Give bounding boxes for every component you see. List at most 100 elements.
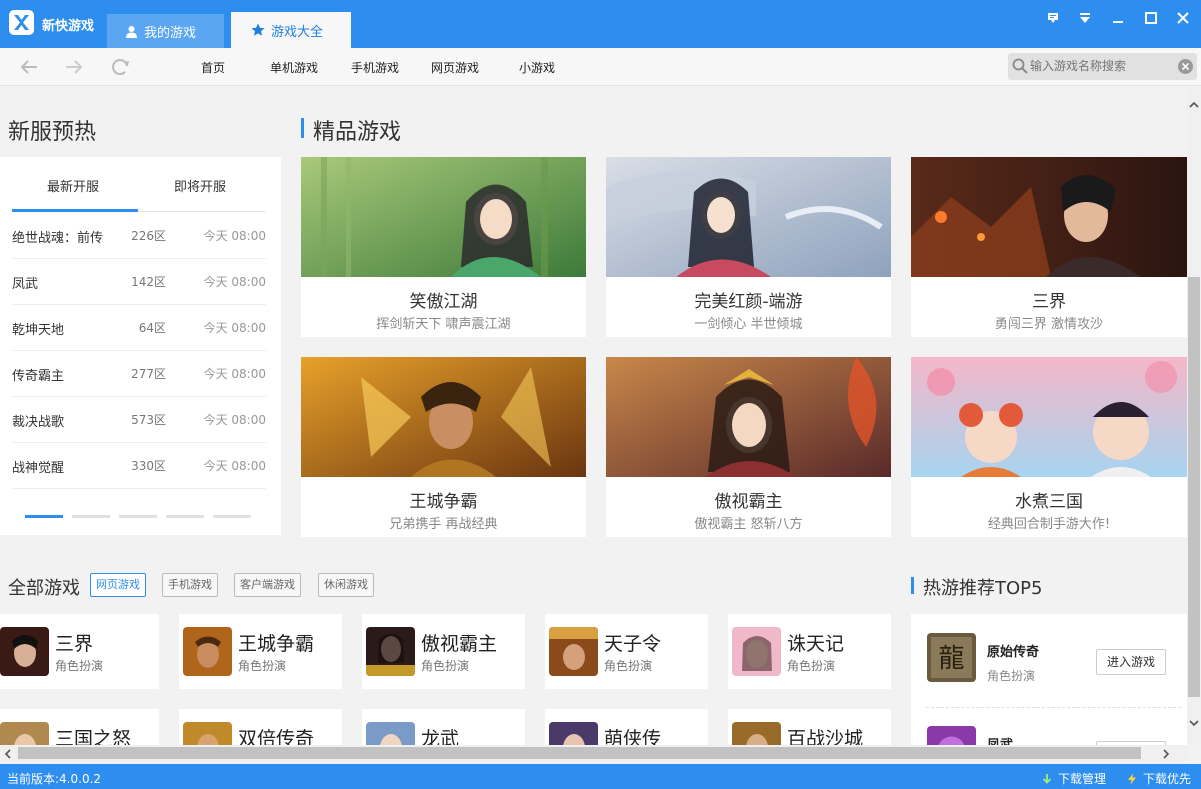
tab-all-games[interactable]: 游戏大全 — [231, 12, 351, 48]
featured-card[interactable]: 水煮三国 经典回合制手游大作! — [911, 357, 1187, 537]
forward-arrow-icon[interactable] — [63, 57, 85, 77]
game-name: 王城争霸 — [238, 633, 315, 655]
game-icon-image — [549, 722, 598, 745]
game-tile[interactable]: 百战沙城 — [728, 709, 891, 745]
server-time: 今天 08:00 — [203, 413, 266, 427]
game-tile[interactable]: 萌侠传 — [545, 709, 708, 745]
server-game-name: 战神觉醒 — [12, 461, 65, 476]
active-tab-indicator — [12, 209, 138, 212]
nav-mini-games[interactable]: 小游戏 — [519, 59, 555, 76]
pager-dot[interactable] — [213, 515, 251, 518]
nav-web-games[interactable]: 网页游戏 — [431, 59, 479, 76]
game-tile[interactable]: 诛天记 角色扮演 — [728, 614, 891, 689]
filter-web-games[interactable]: 网页游戏 — [90, 573, 146, 597]
game-banner-image — [301, 357, 586, 477]
game-name: 萌侠传 — [604, 728, 662, 745]
game-icon-image — [0, 722, 49, 745]
scroll-left-icon[interactable] — [4, 749, 12, 759]
pager-dot[interactable] — [72, 515, 110, 518]
app-title: 新快游戏 — [42, 19, 95, 34]
minimize-icon[interactable] — [1110, 10, 1126, 26]
featured-card[interactable]: 三界 勇闯三界 激情攻沙 — [911, 157, 1187, 337]
server-zone: 573区 — [131, 413, 166, 427]
nav-single-player[interactable]: 单机游戏 — [270, 59, 318, 76]
game-icon-image — [549, 627, 598, 676]
clear-search-icon[interactable] — [1178, 59, 1193, 74]
nav-home[interactable]: 首页 — [201, 59, 225, 76]
game-name: 完美红颜-端游 — [694, 292, 803, 312]
search-input[interactable] — [1030, 57, 1175, 75]
server-row[interactable]: 凤武 142区 今天 08:00 — [12, 259, 266, 305]
download-manager-label: 下载管理 — [1058, 772, 1107, 786]
back-arrow-icon[interactable] — [18, 57, 40, 77]
pager-dot[interactable] — [119, 515, 157, 518]
server-time: 今天 08:00 — [203, 229, 266, 243]
horizontal-scrollbar[interactable] — [0, 745, 1187, 762]
maximize-icon[interactable] — [1143, 10, 1159, 26]
scroll-right-icon[interactable] — [1162, 749, 1170, 759]
tab-upcoming-servers[interactable]: 即将开服 — [174, 176, 226, 195]
download-manager-link[interactable]: 下载管理 — [1041, 770, 1106, 787]
featured-card[interactable]: 完美红颜-端游 一剑倾心 半世倾城 — [606, 157, 891, 337]
close-icon[interactable] — [1175, 10, 1191, 26]
filter-client-games[interactable]: 客户端游戏 — [234, 573, 301, 597]
enter-game-button[interactable]: 进入游戏 — [1096, 649, 1166, 675]
download-priority-label: 下载优先 — [1143, 772, 1192, 786]
game-banner-image — [911, 157, 1187, 277]
server-row[interactable]: 战神觉醒 330区 今天 08:00 — [12, 443, 266, 489]
section-accent — [301, 118, 304, 138]
game-tile[interactable]: 双倍传奇 — [179, 709, 342, 745]
title-bar: 新快游戏 我的游戏 游戏大全 — [0, 0, 1201, 48]
game-name: 原始传奇 — [987, 645, 1040, 660]
game-icon-image — [183, 627, 232, 676]
server-game-name: 裁决战歌 — [12, 415, 65, 430]
game-category: 角色扮演 — [787, 659, 836, 673]
game-tile[interactable]: 三界 角色扮演 — [0, 614, 159, 689]
app-logo-icon — [9, 10, 34, 35]
horizontal-scroll-thumb[interactable] — [18, 747, 1141, 759]
vertical-scroll-thumb[interactable] — [1188, 277, 1200, 697]
game-name: 双倍传奇 — [238, 728, 315, 745]
featured-card[interactable]: 笑傲江湖 挥剑斩天下 啸声震江湖 — [301, 157, 586, 337]
server-row[interactable]: 裁决战歌 573区 今天 08:00 — [12, 397, 266, 443]
feedback-icon[interactable] — [1045, 10, 1061, 26]
filter-mobile-games[interactable]: 手机游戏 — [162, 573, 218, 597]
game-icon-image — [732, 627, 781, 676]
hot-top5-title: 热游推荐TOP5 — [923, 578, 1043, 599]
server-zone: 277区 — [131, 367, 166, 381]
server-zone: 226区 — [131, 229, 166, 243]
scroll-up-icon[interactable] — [1189, 101, 1199, 109]
filter-casual-games[interactable]: 休闲游戏 — [318, 573, 374, 597]
svg-text:龍: 龍 — [938, 644, 964, 674]
server-zone: 64区 — [138, 321, 166, 335]
game-name: 三界 — [55, 633, 94, 655]
nav-mobile-games[interactable]: 手机游戏 — [351, 59, 399, 76]
top5-item[interactable]: 龍 原始传奇 角色扮演 进入游戏 — [926, 628, 1181, 708]
game-tile[interactable]: 傲视霸主 角色扮演 — [362, 614, 525, 689]
game-tagline: 兄弟携手 再战经典 — [389, 517, 498, 532]
game-tile[interactable]: 三国之怒 — [0, 709, 159, 745]
server-row[interactable]: 绝世战魂：前传 226区 今天 08:00 — [12, 213, 266, 259]
game-tile[interactable]: 天子令 角色扮演 — [545, 614, 708, 689]
featured-card[interactable]: 王城争霸 兄弟携手 再战经典 — [301, 357, 586, 537]
scroll-down-icon[interactable] — [1189, 719, 1199, 727]
refresh-icon[interactable] — [110, 57, 132, 77]
server-time: 今天 08:00 — [203, 367, 266, 381]
tab-latest-servers[interactable]: 最新开服 — [47, 176, 99, 195]
nav-bar: 首页 单机游戏 手机游戏 网页游戏 小游戏 — [0, 48, 1201, 86]
game-name: 王城争霸 — [409, 492, 478, 512]
search-icon[interactable] — [1012, 58, 1028, 78]
download-priority-link[interactable]: 下载优先 — [1126, 770, 1191, 787]
game-tile[interactable]: 王城争霸 角色扮演 — [179, 614, 342, 689]
server-row[interactable]: 传奇霸主 277区 今天 08:00 — [12, 351, 266, 397]
pager-dot[interactable] — [166, 515, 204, 518]
featured-title: 精品游戏 — [313, 120, 402, 145]
vertical-scrollbar[interactable] — [1187, 87, 1201, 744]
pager-dot[interactable] — [25, 515, 63, 518]
menu-dropdown-icon[interactable] — [1077, 10, 1093, 26]
top5-item[interactable]: 凤武 — [926, 721, 1181, 745]
server-row[interactable]: 乾坤天地 64区 今天 08:00 — [12, 305, 266, 351]
game-tile[interactable]: 龙武 — [362, 709, 525, 745]
tab-my-games[interactable]: 我的游戏 — [107, 14, 224, 48]
featured-card[interactable]: 傲视霸主 傲视霸主 怒斩八方 — [606, 357, 891, 537]
